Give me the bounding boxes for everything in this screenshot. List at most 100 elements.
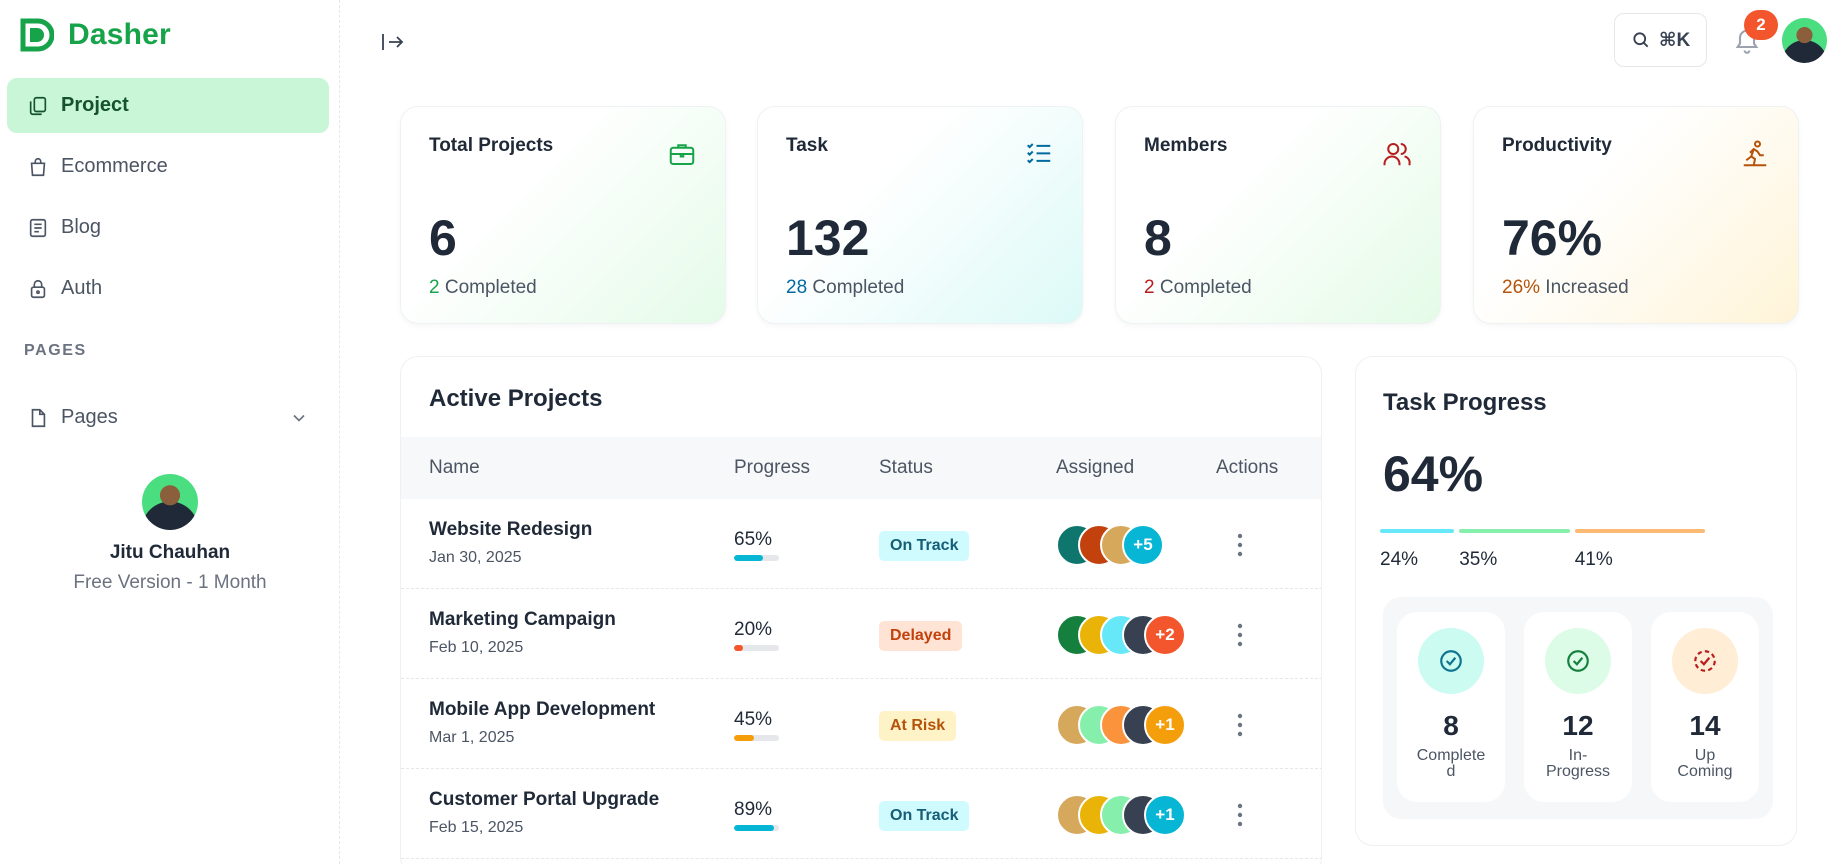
more-vertical-icon[interactable] [1233, 531, 1247, 559]
avatar[interactable] [142, 474, 198, 530]
stat-sub-label: Completed [807, 277, 905, 298]
status-badge: Delayed [879, 621, 963, 651]
table-row[interactable]: Customer Portal Upgrade Feb 15, 2025 89%… [401, 769, 1321, 859]
brand[interactable]: Dasher [20, 18, 171, 52]
project-date: Feb 10, 2025 [429, 639, 524, 656]
task-status-label: Completed [1416, 747, 1486, 780]
task-count: 8 [1443, 710, 1459, 741]
task-status-completed: 8 Completed [1397, 612, 1505, 802]
stat-highlight: 26% [1502, 277, 1541, 298]
segment-label: 41% [1574, 549, 1613, 570]
status-icon-circle [1545, 628, 1611, 694]
shopping-bag-icon [30, 157, 46, 176]
project-date: Feb 15, 2025 [429, 819, 524, 836]
more-vertical-icon[interactable] [1233, 621, 1247, 649]
column-header-name: Name [429, 457, 480, 478]
stat-value: 132 [786, 210, 870, 266]
stat-card-task: Task 132 28 Completed [757, 106, 1083, 324]
more-vertical-icon[interactable] [1233, 711, 1247, 739]
project-name[interactable]: Mobile App Development [429, 699, 655, 721]
stat-title: Task [786, 135, 828, 156]
avatar-overflow-count: +2 [1144, 614, 1186, 656]
table-row[interactable]: Marketing Campaign Feb 10, 2025 20% Dela… [401, 589, 1321, 679]
profile-name: Jitu Chauhan [109, 542, 231, 563]
dasher-logo-icon [20, 18, 54, 52]
stat-title: Productivity [1502, 135, 1612, 156]
lock-icon [30, 279, 46, 298]
progress-bar-fill [734, 555, 764, 561]
assigned-avatars[interactable]: +1 [1056, 704, 1186, 746]
avatar-overflow-count: +1 [1144, 794, 1186, 836]
stat-highlight: 2 [429, 277, 440, 298]
segment-label: 24% [1380, 549, 1419, 570]
progress-bar-fill [734, 735, 755, 741]
check-circle-icon [1440, 650, 1462, 672]
stat-subtext: 2 Completed [1144, 277, 1252, 299]
nav-section-pages: PAGES [24, 342, 87, 359]
project-name[interactable]: Customer Portal Upgrade [429, 789, 659, 811]
more-vertical-icon[interactable] [1233, 801, 1247, 829]
project-date: Mar 1, 2025 [429, 729, 515, 746]
segment-label: 35% [1459, 549, 1498, 570]
stat-highlight: 28 [786, 277, 808, 298]
search-button[interactable]: ⌘K [1614, 13, 1707, 67]
stat-value: 76% [1502, 210, 1603, 266]
table-header: Name Progress Status Assigned Actions [401, 437, 1321, 499]
copy-icon [29, 96, 47, 115]
table-row[interactable]: Website Redesign Jan 30, 2025 65% On Tra… [401, 499, 1321, 589]
progress-bar [734, 555, 779, 561]
progress-bar-fill [734, 825, 775, 831]
profile-plan: Free Version - 1 Month [73, 572, 267, 593]
sidebar-item-auth[interactable]: Auth [7, 261, 329, 316]
user-avatar[interactable] [1782, 18, 1827, 63]
checklist-icon [1027, 143, 1051, 164]
task-status-summary: 8 Completed 12 In-Progress 14 Up Coming [1383, 597, 1773, 819]
progress-value: 45% [734, 709, 773, 730]
active-projects-card: Active Projects Name Progress Status Ass… [400, 356, 1322, 864]
task-progress-value: 64% [1383, 446, 1484, 502]
brand-name: Dasher [68, 18, 171, 51]
section-title: Active Projects [429, 385, 603, 412]
search-shortcut: ⌘K [1658, 29, 1691, 51]
sidebar-item-ecommerce[interactable]: Ecommerce [7, 139, 329, 194]
task-status-in-progress: 12 In-Progress [1524, 612, 1632, 802]
status-icon-circle [1672, 628, 1738, 694]
status-icon-circle [1418, 628, 1484, 694]
sidebar-item-project[interactable]: Project [7, 78, 329, 133]
sidebar-item-label: Auth [61, 277, 103, 299]
collapse-sidebar-icon[interactable] [380, 30, 406, 54]
task-progress-card: Task Progress 64% 24% 35% 41% 8 Complete… [1355, 356, 1797, 846]
column-header-actions: Actions [1216, 457, 1279, 478]
progress-segment-in-progress [1459, 529, 1570, 533]
stat-sub-label: Completed [1154, 277, 1252, 298]
stat-subtext: 28 Completed [786, 277, 904, 299]
stat-subtext: 2 Completed [429, 277, 537, 299]
assigned-avatars[interactable]: +5 [1056, 524, 1164, 566]
progress-value: 65% [734, 529, 773, 550]
article-icon [29, 218, 47, 237]
search-icon [1633, 32, 1649, 48]
assigned-avatars[interactable]: +1 [1056, 794, 1186, 836]
sidebar-item-pages[interactable]: Pages [7, 390, 329, 445]
table-row[interactable]: Mobile App Development Mar 1, 2025 45% A… [401, 679, 1321, 769]
profile-card: Jitu Chauhan Free Version - 1 Month [0, 474, 340, 594]
avatar-overflow-count: +5 [1122, 524, 1164, 566]
task-status-upcoming: 14 Up Coming [1651, 612, 1759, 802]
column-header-progress: Progress [734, 457, 811, 478]
progress-value: 89% [734, 799, 773, 820]
project-name[interactable]: Marketing Campaign [429, 609, 616, 631]
project-name[interactable]: Website Redesign [429, 519, 592, 541]
stat-highlight: 2 [1144, 277, 1155, 298]
progress-bar [734, 735, 779, 741]
progress-bar [734, 825, 779, 831]
status-badge: On Track [879, 801, 970, 831]
chevron-down-icon [293, 414, 305, 422]
assigned-avatars[interactable]: +2 [1056, 614, 1186, 656]
section-title: Task Progress [1383, 389, 1547, 416]
stat-title: Total Projects [429, 135, 554, 156]
sidebar-item-blog[interactable]: Blog [7, 200, 329, 255]
sidebar: Dasher Project Ecommerce Blog Auth PAGES… [0, 0, 340, 864]
task-count: 12 [1562, 710, 1594, 741]
status-badge: At Risk [879, 711, 957, 741]
users-icon [1383, 143, 1411, 166]
